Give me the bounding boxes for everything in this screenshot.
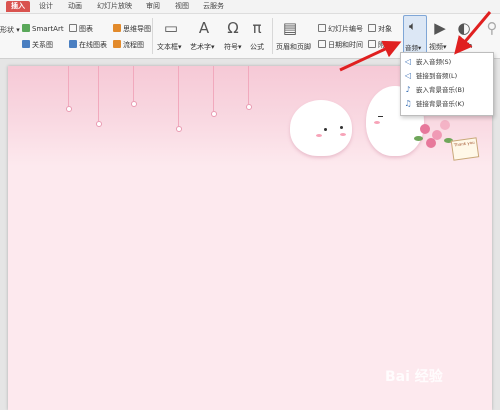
arrow-to-audio-button bbox=[339, 40, 402, 72]
arrow-to-audio-menu bbox=[454, 11, 492, 55]
annotation-arrows bbox=[339, 11, 492, 72]
